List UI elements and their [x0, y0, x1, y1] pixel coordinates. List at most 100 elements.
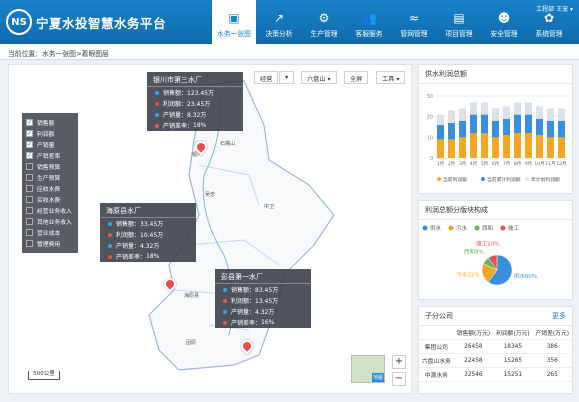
nav-item[interactable]: ≈ 管网管理: [392, 0, 436, 44]
bar-当前累计利润额: [525, 114, 532, 134]
bar-年计划利润额: [536, 106, 543, 119]
table-cell: 集团公司: [419, 339, 454, 354]
legend-item[interactable]: 营业成本: [26, 227, 74, 238]
popup-value: 18%: [146, 253, 160, 260]
mode-dropdown-button[interactable]: ▾: [279, 71, 295, 84]
checkbox[interactable]: [26, 207, 33, 214]
popup-value: 13.45万: [255, 298, 279, 305]
table-row[interactable]: 中源水务 32546 15251 265: [419, 367, 572, 382]
more-link[interactable]: 更多: [552, 311, 566, 321]
checkbox[interactable]: [26, 229, 33, 236]
nav-item[interactable]: 👥 客服服务: [347, 0, 391, 44]
checkbox[interactable]: [26, 163, 33, 170]
popup-key: 销售额：: [231, 287, 256, 294]
panel-title: 子分公司 更多: [419, 307, 572, 326]
table-row[interactable]: 六盘山水务 22458 15265 356: [419, 353, 572, 368]
nav-item[interactable]: ☻ 安全管理: [482, 0, 526, 44]
legend-item[interactable]: 实收水费: [26, 194, 74, 205]
dot-icon: [155, 112, 159, 117]
checkbox[interactable]: [26, 240, 33, 247]
checkbox[interactable]: [26, 196, 33, 203]
zoom-out-button[interactable]: −: [392, 372, 406, 386]
x-tick-label: 3月: [459, 161, 466, 167]
nav-icon: ✿: [543, 11, 555, 25]
scale-bar: 500公里: [28, 371, 60, 380]
popup-key: 产销差率：: [116, 254, 147, 261]
legend-item[interactable]: ✓ 产销差率: [26, 150, 74, 161]
nav-item[interactable]: ▤ 项目管理: [437, 0, 481, 44]
fullscreen-button[interactable]: 全屏: [344, 71, 369, 84]
legend-label: 管理费用: [37, 242, 61, 248]
legend-item[interactable]: 经营业务收入: [26, 205, 74, 216]
popup-row: 产销差率： 18%: [100, 251, 196, 262]
checkbox[interactable]: ✓: [26, 152, 33, 159]
bar-年计划利润额: [481, 102, 488, 115]
checkbox[interactable]: [26, 174, 33, 181]
dot-icon: [223, 309, 227, 314]
checkbox[interactable]: ✓: [26, 141, 33, 148]
legend-item[interactable]: ✓ 销售额: [26, 117, 74, 128]
nav-label: 水务一张图: [217, 30, 251, 38]
profit-chart-panel: 供水利润总额 0 10 20 30 1月 2月 3月 4月 5月 6月 7月 8月 9月 10月 11月 12…: [418, 64, 573, 194]
popup-row: 利润额： 13.45万: [215, 295, 311, 306]
column-header: 利润额(万元): [493, 326, 533, 340]
legend-item[interactable]: ✓ 利润额: [26, 128, 74, 139]
legend-item[interactable]: ✓ 产销量: [26, 139, 74, 150]
legend-label: 供水: [430, 224, 442, 232]
nav-item[interactable]: ▣ 水务一张图: [212, 0, 256, 44]
legend-dot: [437, 177, 441, 181]
zoom-in-button[interactable]: +: [392, 355, 406, 369]
minimap[interactable]: 地图: [351, 355, 385, 383]
column-header: [419, 326, 454, 340]
bar-当前累计利润额: [459, 120, 466, 138]
nav-label: 生产管理: [310, 30, 338, 38]
legend-label: 其他业务收入: [37, 220, 72, 226]
table-row[interactable]: 集团公司 26458 18345 386: [419, 339, 572, 354]
popup-key: 销售额：: [116, 221, 141, 228]
x-tick-label: 12月: [556, 161, 566, 167]
bar-当前利润额: [459, 137, 466, 158]
nav-label: 客服服务: [355, 30, 383, 38]
column-header: 产销差(万元): [532, 326, 572, 340]
tools-button[interactable]: 工具 ▾: [376, 71, 406, 84]
nav-item[interactable]: ↗ 决策分析: [257, 0, 301, 44]
checkbox[interactable]: ✓: [26, 119, 33, 126]
legend-item[interactable]: 其他业务收入: [26, 216, 74, 227]
bar-年计划利润额: [448, 110, 455, 123]
dot-icon: [108, 221, 112, 226]
legend-item[interactable]: 销售预算: [26, 161, 74, 172]
popup-value: 33.45万: [140, 221, 164, 228]
map-panel[interactable]: 石嘴山 银川 吴忠 中卫 固原 海原县 经营 ▾ 六盘山 ▾ 全屏 工具 ▾ ✓…: [8, 64, 412, 394]
subsidiary-panel: 子分公司 更多 销售额(万元) 利润额(万元) 产销差(万元) 集团公司 26458 183…: [418, 306, 573, 394]
legend-dot: [525, 177, 529, 181]
layer-legend: ✓ 销售额 ✓ 利润额 ✓ 产销量 ✓ 产销差率 销售预算 生产预算 应收水费 实收水费 经营业务收入其…: [22, 113, 78, 253]
bar-当前累计利润额: [437, 124, 444, 140]
legend-item[interactable]: 管理费用: [26, 238, 74, 249]
popup-key: 产销差率：: [163, 123, 194, 130]
table-cell: 中源水务: [419, 367, 454, 382]
bar-当前累计利润额: [492, 120, 499, 138]
popup-key: 产销量：: [231, 309, 256, 316]
nav-item[interactable]: ⚙ 生产管理: [302, 0, 346, 44]
x-tick-label: 10月: [534, 161, 544, 167]
mode-select[interactable]: 经营: [254, 71, 279, 84]
legend-item[interactable]: 生产预算: [26, 172, 74, 183]
x-tick-label: 7月: [503, 161, 510, 167]
legend-label: 施工: [508, 224, 520, 232]
nav-icon: ☻: [497, 11, 511, 25]
bar-年计划利润额: [459, 108, 466, 121]
checkbox[interactable]: [26, 218, 33, 225]
dot-icon: [223, 298, 227, 303]
user-menu[interactable]: 工程部 王宠 ▾: [536, 4, 573, 13]
bar-年计划利润额: [437, 114, 444, 125]
legend-item[interactable]: 应收水费: [26, 183, 74, 194]
town-label: 海原县: [184, 293, 200, 299]
app-header: NS 宁夏水投智慧水务平台 ▣ 水务一张图 ↗ 决策分析 ⚙ 生产管理 👥 客服服务 ≈ 管网管理…: [0, 0, 579, 44]
checkbox[interactable]: [26, 185, 33, 192]
checkbox[interactable]: ✓: [26, 130, 33, 137]
y-tick-label: 10: [427, 135, 433, 141]
column-header: 销售额(万元): [453, 326, 494, 340]
region-select[interactable]: 六盘山 ▾: [301, 71, 337, 84]
popup-row: 销售额： 123.45万: [147, 87, 243, 98]
popup-pengxian: 彭县第一水厂 销售额： 83.45万 利润额： 13.45万 产销量： 4.32万 产销差率：…: [215, 269, 311, 328]
